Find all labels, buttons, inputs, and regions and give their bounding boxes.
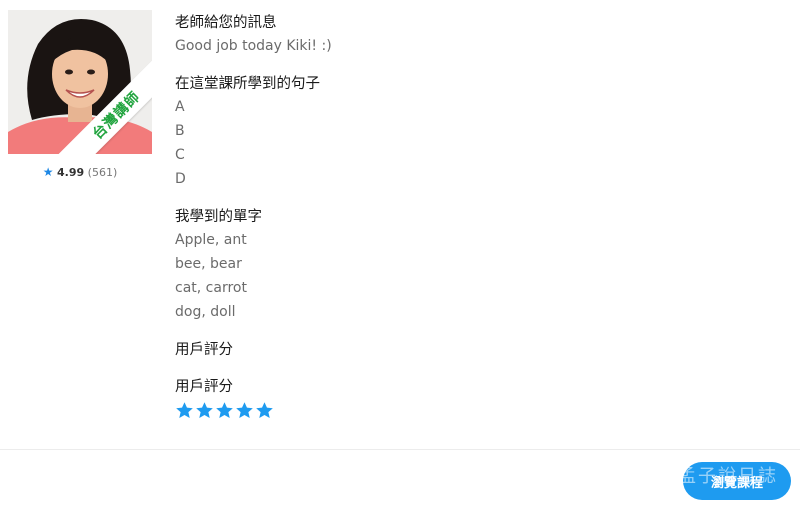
user-rating-title: 用戶評分 bbox=[175, 342, 233, 358]
lesson-feedback: 老師給您的訊息 Good job today Kiki! :) 在這堂課所學到的… bbox=[175, 12, 775, 420]
teacher-rating: ★ 4.99 (561) bbox=[8, 165, 152, 179]
star-icon: ★ bbox=[42, 165, 54, 179]
vocabulary-item: bee, bear bbox=[175, 256, 242, 272]
sentence-item: D bbox=[175, 171, 186, 187]
message-title: 老師給您的訊息 bbox=[175, 15, 277, 31]
footer-divider bbox=[0, 449, 800, 450]
user-rating-title: 用戶評分 bbox=[175, 379, 233, 395]
rating-score: 4.99 bbox=[57, 166, 85, 179]
star-icon bbox=[236, 402, 253, 419]
sentence-item: A bbox=[175, 99, 185, 115]
vocabulary-title: 我學到的單字 bbox=[175, 209, 262, 225]
sentence-item: B bbox=[175, 123, 185, 139]
vocabulary-item: cat, carrot bbox=[175, 280, 247, 296]
sentences-title: 在這堂課所學到的句子 bbox=[175, 76, 320, 92]
star-icon bbox=[196, 402, 213, 419]
review-count: (561) bbox=[87, 166, 118, 179]
vocabulary-item: dog, doll bbox=[175, 304, 236, 320]
star-icon bbox=[176, 402, 193, 419]
star-rating bbox=[175, 401, 775, 420]
star-icon bbox=[216, 402, 233, 419]
vocabulary-item: Apple, ant bbox=[175, 232, 247, 248]
browse-courses-button[interactable]: 瀏覽課程 bbox=[683, 462, 791, 500]
browse-courses-label: 瀏覽課程 bbox=[710, 475, 763, 491]
teacher-photo[interactable]: 台灣講師 bbox=[8, 10, 152, 154]
message-text: Good job today Kiki! :) bbox=[175, 38, 332, 54]
star-icon bbox=[256, 402, 273, 419]
sentence-item: C bbox=[175, 147, 185, 163]
